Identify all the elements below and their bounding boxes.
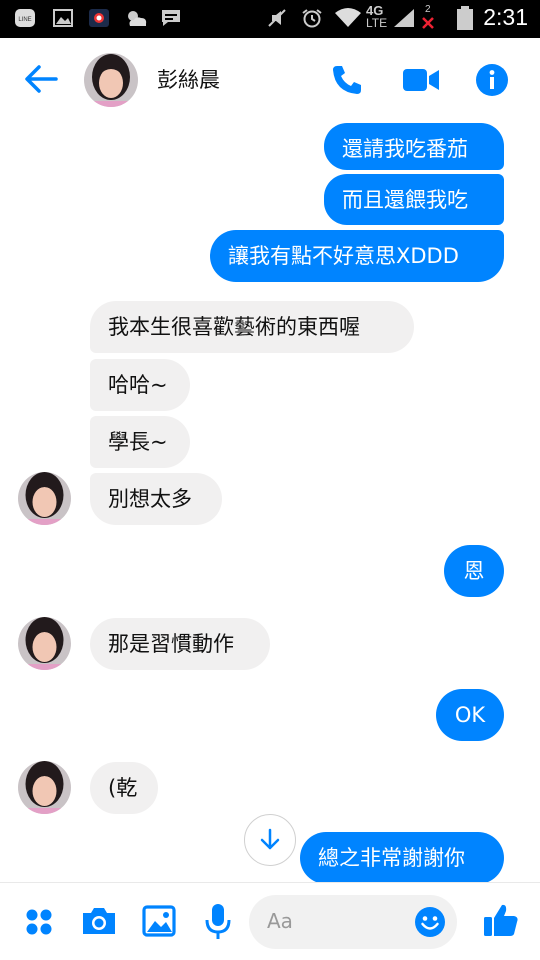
contact-name[interactable]: 彭絲晨 — [157, 64, 220, 94]
outgoing-message[interactable]: OK — [436, 689, 504, 741]
outgoing-message[interactable]: 而且還餵我吃 — [324, 174, 504, 225]
back-arrow-icon[interactable] — [22, 60, 60, 98]
sim-slot-label: 2 — [425, 4, 431, 15]
wifi-icon — [335, 8, 361, 27]
contact-avatar[interactable] — [18, 761, 71, 814]
message-input[interactable]: Aa — [249, 895, 457, 949]
battery-icon — [457, 6, 473, 30]
gallery-icon[interactable] — [142, 905, 176, 937]
arrow-down-icon — [260, 828, 280, 850]
camera-icon[interactable] — [80, 905, 118, 937]
status-bar: LINE 4G LTE 2 2:31 — [0, 0, 540, 38]
alarm-icon — [302, 9, 322, 28]
apps-icon[interactable] — [24, 907, 54, 937]
message-input-placeholder: Aa — [267, 909, 293, 933]
incoming-message[interactable]: 學長~ — [90, 416, 190, 468]
incoming-message[interactable]: 別想太多 — [90, 473, 222, 525]
outgoing-message[interactable]: 還請我吃番茄 — [324, 123, 504, 170]
message-icon — [162, 10, 180, 26]
video-icon[interactable] — [401, 65, 441, 95]
conversation-header: 彭絲晨 — [0, 38, 540, 120]
signal-icon — [394, 9, 414, 27]
app-icon — [89, 9, 109, 27]
scroll-to-bottom-button[interactable] — [244, 814, 296, 866]
incoming-message[interactable]: (乾 — [90, 762, 158, 814]
outgoing-message[interactable]: 恩 — [444, 545, 504, 597]
weather-icon — [128, 11, 147, 26]
line-icon: LINE — [15, 9, 35, 27]
contact-avatar[interactable] — [84, 53, 138, 107]
image-icon — [53, 9, 73, 27]
contact-avatar[interactable] — [18, 617, 71, 670]
message-list[interactable]: 還請我吃番茄 而且還餵我吃 讓我有點不好意思XDDD 我本生很喜歡藝術的東西喔 … — [0, 120, 540, 882]
incoming-message[interactable]: 我本生很喜歡藝術的東西喔 — [90, 301, 414, 353]
phone-icon[interactable] — [330, 63, 364, 97]
outgoing-message[interactable]: 讓我有點不好意思XDDD — [210, 230, 504, 282]
outgoing-message[interactable]: 總之非常謝謝你 — [300, 832, 504, 882]
network-type: 4G LTE — [366, 3, 388, 30]
like-icon[interactable] — [482, 901, 520, 939]
no-signal-icon — [422, 17, 434, 29]
mute-icon — [268, 9, 286, 27]
composer-bar: Aa — [0, 882, 540, 960]
incoming-message[interactable]: 那是習慣動作 — [90, 618, 270, 670]
incoming-message[interactable]: 哈哈~ — [90, 359, 190, 411]
clock: 2:31 — [483, 4, 528, 30]
microphone-icon[interactable] — [204, 903, 232, 941]
info-icon[interactable] — [475, 63, 509, 97]
emoji-icon[interactable] — [414, 906, 446, 938]
contact-avatar[interactable] — [18, 472, 71, 525]
svg-text:LINE: LINE — [18, 17, 31, 23]
